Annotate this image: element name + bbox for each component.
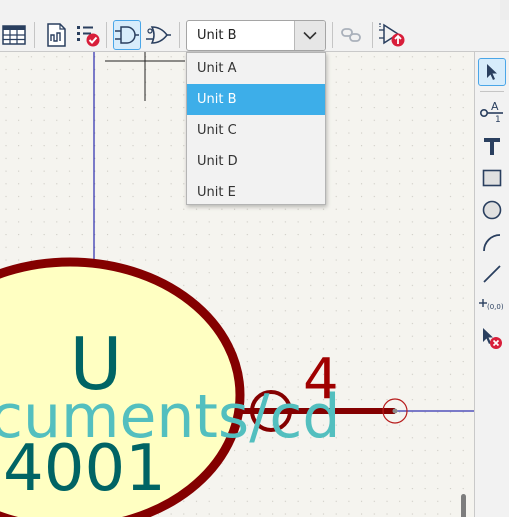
demorgan-normal-button[interactable] <box>113 20 141 50</box>
delete-tool-icon <box>483 328 502 349</box>
toolbar-separator <box>480 91 504 92</box>
check-symbol-button[interactable] <box>74 20 102 50</box>
add-arc-icon <box>483 234 501 252</box>
pin-end-dot <box>392 408 398 414</box>
unit-option[interactable]: Unit D <box>187 146 325 177</box>
unit-select-arrow[interactable] <box>294 21 325 50</box>
add-pin-icon: A 1 <box>479 100 503 124</box>
svg-text:A: A <box>491 100 499 113</box>
symbol-fields-table-icon <box>2 25 26 45</box>
add-text-button[interactable] <box>478 132 506 160</box>
set-anchor-button[interactable]: (0,0) <box>478 292 506 320</box>
unit-option-selected[interactable]: Unit B <box>187 84 325 115</box>
toolbar-separator <box>332 22 333 48</box>
symbol-fields-table-button[interactable] <box>0 20 28 50</box>
add-pin-button[interactable]: A 1 <box>478 97 506 125</box>
synchronized-pins-button[interactable] <box>338 20 366 50</box>
add-rectangle-icon <box>482 169 502 187</box>
add-text-icon <box>484 138 500 155</box>
toolbar-separator <box>106 22 107 48</box>
top-toolbar: Unit B <box>0 0 509 52</box>
toolbar-separator <box>34 22 35 48</box>
set-anchor-label: (0,0) <box>487 303 504 311</box>
set-anchor-icon: (0,0) <box>479 299 504 311</box>
add-rectangle-button[interactable] <box>478 164 506 192</box>
vertical-scrollbar-handle[interactable] <box>461 494 466 517</box>
window-edge <box>500 0 509 20</box>
select-tool-icon <box>487 64 497 80</box>
pin-number-text: 4 <box>303 347 339 412</box>
show-as-demorgan-normal-icon <box>115 26 139 44</box>
datasheet-icon <box>47 23 66 47</box>
check-symbol-icon <box>77 26 100 47</box>
show-as-demorgan-alternate-icon <box>146 26 171 44</box>
unit-dropdown-list: Unit A Unit B Unit C Unit D Unit E <box>186 52 326 205</box>
chevron-down-icon <box>303 31 317 40</box>
svg-text:1: 1 <box>495 115 501 124</box>
unit-select[interactable]: Unit B <box>186 20 326 51</box>
add-line-icon <box>483 265 501 283</box>
add-arc-button[interactable] <box>478 228 506 256</box>
synchronized-pins-icon <box>341 28 361 42</box>
toolbar-separator <box>372 22 373 48</box>
add-circle-button[interactable] <box>478 196 506 224</box>
delete-tool-button[interactable] <box>478 324 506 352</box>
unit-option[interactable]: Unit E <box>187 177 325 208</box>
unit-option[interactable]: Unit C <box>187 115 325 146</box>
select-tool-button[interactable] <box>478 58 506 86</box>
unit-option[interactable]: Unit A <box>187 53 325 84</box>
add-circle-icon <box>482 200 502 220</box>
toolbar-separator <box>179 22 180 48</box>
unit-select-value: Unit B <box>197 28 237 43</box>
update-symbol-button[interactable] <box>378 20 406 50</box>
demorgan-alternate-button[interactable] <box>145 20 173 50</box>
part-number-text: 4001 <box>3 432 166 506</box>
right-toolbar: A 1 (0,0) <box>474 52 509 517</box>
datasheet-button[interactable] <box>42 20 70 50</box>
add-line-button[interactable] <box>478 260 506 288</box>
update-symbol-icon <box>379 23 405 47</box>
